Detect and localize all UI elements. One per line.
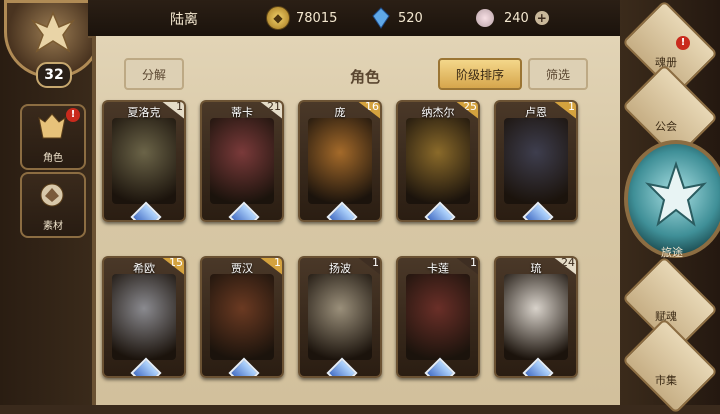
market-label: 市集 [655,374,677,387]
side-tab-hero[interactable]: ! 角色 [20,104,86,170]
gem-resource: 240 + [472,5,549,31]
player-name: 陆离 [170,12,198,28]
character-portrait [210,274,274,360]
character-card[interactable]: 卡莲 1 [396,256,480,378]
rank-gem-icon [326,201,358,220]
rank-gem-icon [130,201,162,220]
character-portrait [504,118,568,204]
gold-value: 78015 [296,10,338,26]
hero-icon [38,113,66,139]
rank-gem-icon [424,201,456,220]
character-card[interactable]: 琉 24 [494,256,578,378]
character-card[interactable]: 夏洛克 1 [102,100,186,222]
character-card[interactable]: 纳杰尔 25 [396,100,480,222]
journey-label: 旅途 [661,246,683,259]
side-tab-material[interactable]: 素材 [20,172,86,238]
character-portrait [406,274,470,360]
soul-alert-badge: ! [676,36,690,50]
journey-emblem-icon [644,160,708,227]
rank-gem-icon [424,357,456,376]
character-card[interactable]: 希欧 15 [102,256,186,378]
game-scene: 32 ! 角色 素材 陆离 ◆ 78015 520 240 + 分解 角色 阶级… [0,0,720,414]
rank-gem-icon [326,357,358,376]
alert-badge: ! [66,108,80,122]
journey-button[interactable] [624,140,720,258]
gold-resource: ◆ 78015 [266,6,338,30]
sort-by-rank-button[interactable]: 阶级排序 [438,58,523,90]
rank-gem-icon [228,357,260,376]
character-portrait [308,274,372,360]
rank-gem-icon [228,201,260,220]
rank-gem-icon [130,357,162,376]
rank-gem-icon [522,201,554,220]
material-icon [40,183,64,207]
rank-gem-icon [522,357,554,376]
guild-label: 公会 [655,120,677,133]
character-portrait [112,274,176,360]
gold-coin-icon: ◆ [266,6,290,30]
character-card[interactable]: 卢恩 1 [494,100,578,222]
character-portrait [406,118,470,204]
gem-value: 240 [504,10,529,26]
left-column: 32 ! 角色 素材 [0,0,102,405]
character-card[interactable]: 庞 16 [298,100,382,222]
blue-crystal-icon [370,7,392,29]
crystal-resource: 520 [370,7,423,29]
character-card[interactable]: 蒂卡 21 [200,100,284,222]
crystal-value: 520 [398,10,423,26]
character-portrait [112,118,176,204]
side-tab-label: 角色 [43,153,63,164]
pink-gem-icon [472,5,498,31]
emblem-icon [30,11,76,53]
character-portrait [504,274,568,360]
filter-button[interactable]: 筛选 [528,58,589,90]
character-card[interactable]: 扬波 1 [298,256,382,378]
add-gem-button[interactable]: + [534,11,549,25]
character-portrait [308,118,372,204]
character-portrait [210,118,274,204]
side-tab-label: 素材 [43,221,63,232]
player-level-badge: 32 [36,62,72,88]
character-card[interactable]: 贾汉 1 [200,256,284,378]
